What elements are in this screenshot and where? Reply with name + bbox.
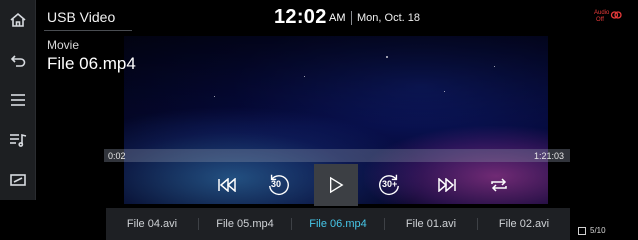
letterbox-left xyxy=(36,0,126,240)
skip-forward-icon xyxy=(438,178,456,192)
playlist-counter-icon xyxy=(578,227,586,235)
repeat-button[interactable] xyxy=(485,164,513,206)
previous-button[interactable] xyxy=(213,164,241,206)
playlist-item[interactable]: File 01.avi xyxy=(385,208,477,240)
home-icon xyxy=(9,12,26,27)
side-rail xyxy=(0,0,36,200)
forward-30-button[interactable]: 30+ xyxy=(373,164,405,206)
title-divider xyxy=(44,30,132,31)
playlist-counter: 5/10 xyxy=(590,226,606,235)
seek-bar[interactable] xyxy=(104,149,570,162)
letterbox-right xyxy=(548,0,638,240)
now-playing-title: File 06.mp4 xyxy=(47,54,136,73)
total-time: 1:21:03 xyxy=(534,151,565,161)
menu-button[interactable] xyxy=(0,80,36,120)
playlist-strip: File 04.avi File 05.mp4 File 06.mp4 File… xyxy=(106,208,570,240)
clock-date: Mon, Oct. 18 xyxy=(357,12,420,24)
play-button[interactable] xyxy=(314,164,358,206)
back-button[interactable] xyxy=(0,40,36,80)
playlist-item[interactable]: File 02.avi xyxy=(478,208,570,240)
play-icon xyxy=(330,176,344,194)
screen-icon xyxy=(9,174,26,186)
elapsed-time: 0:02 xyxy=(108,151,126,161)
skip-back-icon xyxy=(218,178,236,192)
back-icon xyxy=(10,55,25,67)
playback-controls: 30 30+ xyxy=(205,164,535,206)
home-button[interactable] xyxy=(0,0,36,40)
rewind-30-button[interactable]: 30 xyxy=(263,164,295,206)
clock-time: 12:02 xyxy=(274,6,327,28)
app-title: USB Video xyxy=(47,9,116,25)
playlist-item[interactable]: File 04.avi xyxy=(106,208,198,240)
menu-icon xyxy=(10,94,25,106)
mic-off-icon xyxy=(610,8,622,26)
clock-ampm: AM xyxy=(329,12,346,24)
status-icons: Audio Off xyxy=(594,8,622,26)
playlist-icon xyxy=(9,133,26,147)
playlist-item-active[interactable]: File 06.mp4 xyxy=(292,208,384,240)
next-button[interactable] xyxy=(433,164,461,206)
media-category: Movie xyxy=(47,38,80,52)
clock-divider xyxy=(351,11,352,25)
screen-mode-button[interactable] xyxy=(0,160,36,200)
audio-off-icon: Audio Off xyxy=(594,10,610,23)
playlist-item[interactable]: File 05.mp4 xyxy=(199,208,291,240)
playlist-button[interactable] xyxy=(0,120,36,160)
repeat-icon xyxy=(491,178,507,192)
